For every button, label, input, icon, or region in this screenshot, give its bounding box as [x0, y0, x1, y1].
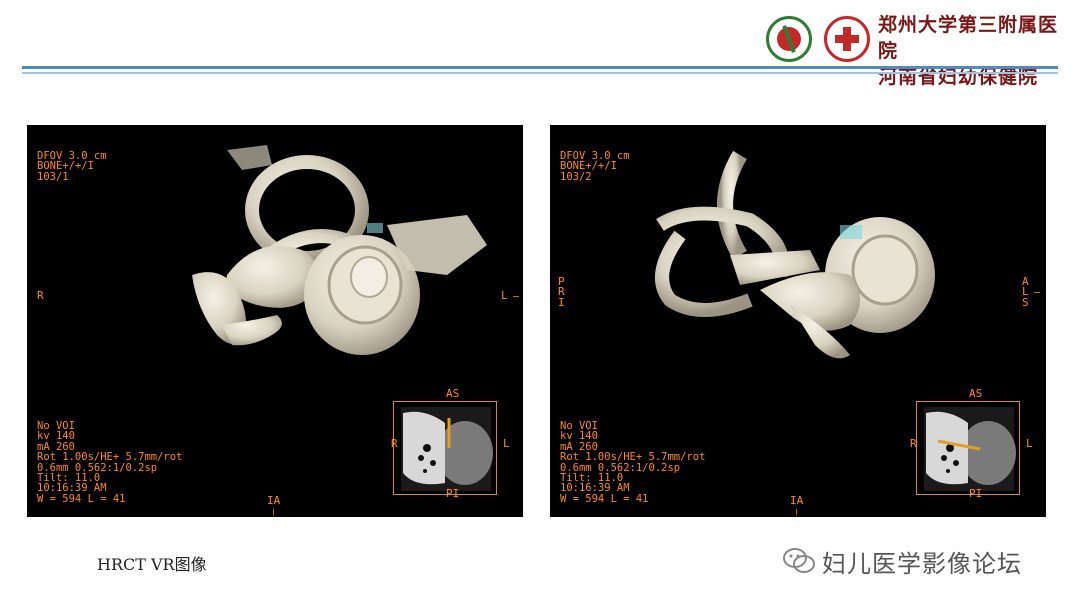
watermark-text: 妇儿医学影像论坛 [822, 549, 1022, 578]
scan-info-top: DFOV 3.0 cm BONE+/+/I 103/1 [37, 150, 107, 183]
orientation-bottom: IA [790, 494, 804, 507]
inset-label-left: R [391, 437, 398, 450]
orientation-left: P R I [558, 275, 565, 309]
inset-label-right: L [503, 437, 510, 450]
watermark: 妇儿医学影像论坛 [782, 544, 1022, 578]
inset-label-bottom: PI [446, 487, 460, 500]
scan-info-bottom: No VOI kv 140 mA 260 Rot 1.00s/HE+ 5.7mm… [37, 420, 183, 505]
inset-label-right: L [1026, 437, 1033, 450]
orientation-bottom: IA [267, 494, 281, 507]
scan-info-top: DFOV 3.0 cm BONE+/+/I 103/2 [560, 150, 630, 183]
header-divider [22, 66, 1058, 69]
inset-ct-image [924, 407, 1016, 491]
orientation-right: L [501, 289, 508, 302]
scan-image-left: DFOV 3.0 cm BONE+/+/I 103/1 No VOI kv 14… [27, 125, 523, 517]
hospital-name: 郑州大学第三附属医院 河南省妇幼保健院 [878, 12, 1068, 90]
inset-label-bottom: PI [969, 487, 983, 500]
logo-zzu-icon [766, 16, 812, 62]
scan-image-right: DFOV 3.0 cm BONE+/+/I 103/2 No VOI kv 14… [550, 125, 1046, 517]
scan-info-bottom: No VOI kv 140 mA 260 Rot 1.00s/HE+ 5.7mm… [560, 420, 706, 505]
inset-label-top: AS [969, 387, 983, 400]
figure-caption: HRCT VR图像 [97, 555, 207, 574]
logo-hospital-icon [824, 16, 870, 62]
orientation-right: A L S [1022, 275, 1029, 309]
wechat-icon [783, 548, 815, 573]
inset-label-top: AS [446, 387, 460, 400]
inset-label-left: R [910, 437, 917, 450]
header-divider-thin [22, 72, 1058, 74]
orientation-left: R [37, 289, 44, 302]
inset-ct-image [401, 407, 493, 491]
hospital-name-line1: 郑州大学第三附属医院 [878, 14, 1059, 62]
